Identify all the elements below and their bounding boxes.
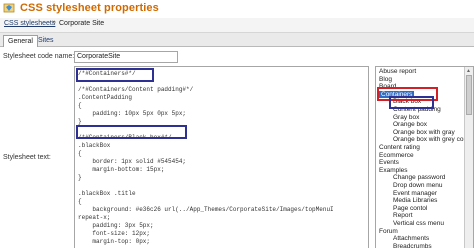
code-line: padding: 3px 5px; [78, 222, 154, 229]
breadcrumb-separator: » [52, 19, 56, 26]
tab-sites[interactable]: Sites [34, 35, 58, 46]
tree-item[interactable]: Abuse report [379, 68, 416, 75]
arrow-up-icon[interactable]: ▲ [466, 68, 471, 74]
tree-scrollbar[interactable]: ▲ [464, 67, 473, 248]
code-line: .blackBox .title [78, 190, 136, 197]
tree-item[interactable]: Blog [379, 76, 392, 83]
code-line: } [78, 118, 82, 125]
code-line: { [78, 102, 82, 109]
code-line: .ContentPadding [78, 94, 133, 101]
tree-item[interactable]: Vertical css menu [393, 220, 444, 227]
annotation-box-containers [76, 68, 154, 82]
code-line: { [78, 150, 82, 157]
code-line: background: #e36c26 url(../App_Themes/Co… [78, 206, 334, 213]
tree-item[interactable]: Event manager [393, 190, 437, 197]
annotation-box-black-box-node [389, 96, 434, 109]
code-line: padding: 10px 5px 0px 5px; [78, 110, 187, 117]
breadcrumb-link-stylesheets[interactable]: CSS stylesheets [4, 20, 55, 27]
tab-general[interactable]: General [3, 35, 38, 47]
tree-item[interactable]: Orange box with grey con [393, 136, 467, 143]
code-line: .blackBox [78, 142, 111, 149]
title-bar: CSS stylesheet properties [0, 0, 474, 18]
tree-item[interactable]: Drop down menu [393, 182, 443, 189]
annotation-box-black-box [76, 125, 187, 139]
code-line: } [78, 174, 82, 181]
tree-item[interactable]: Report [393, 212, 413, 219]
stylesheet-text-label: Stylesheet text: [3, 154, 51, 161]
tree-item[interactable]: Breadcrumbs [393, 243, 432, 248]
tree-item[interactable]: Orange box [393, 121, 427, 128]
tree-item[interactable]: Ecommerce [379, 152, 414, 159]
tree-item[interactable]: Attachments [393, 235, 429, 242]
tree-item[interactable]: Examples [379, 167, 408, 174]
tree-item[interactable]: Change password [393, 174, 445, 181]
code-line: margin-bottom: 15px; [78, 166, 165, 173]
code-name-input[interactable]: CorporateSite [74, 51, 178, 63]
breadcrumb: CSS stylesheets » Corporate Site [0, 18, 474, 33]
code-line: repeat-x; [78, 214, 111, 221]
tree-item[interactable]: Content rating [379, 144, 420, 151]
code-line: { [78, 198, 82, 205]
breadcrumb-current: Corporate Site [59, 20, 105, 27]
page-title: CSS stylesheet properties [20, 2, 159, 14]
css-stylesheet-icon [3, 3, 15, 13]
scrollbar-thumb[interactable] [466, 75, 472, 115]
tree-item[interactable]: Events [379, 159, 399, 166]
code-name-label: Stylesheet code name: [3, 53, 75, 60]
style-tree-panel[interactable]: Abuse report Blog Board Containers Black box… [375, 66, 474, 248]
tree-item[interactable]: Orange box with gray [393, 129, 455, 136]
code-line: /*#Containers/Content padding#*/ [78, 86, 194, 93]
tree-item[interactable]: Gray box [393, 114, 419, 121]
stylesheet-code-editor[interactable]: /*#Containers#*//*#Containers/Content pa… [74, 66, 369, 248]
tree-item[interactable]: Page contol [393, 205, 427, 212]
code-line: font-size: 12px; [78, 230, 151, 237]
tree-item[interactable]: Forum [379, 228, 398, 235]
tree-item[interactable]: Media Libraries [393, 197, 437, 204]
code-line: margin-top: 0px; [78, 238, 151, 245]
code-line: border: 1px solid #545454; [78, 158, 187, 165]
tab-bar: General Sites [0, 33, 474, 47]
